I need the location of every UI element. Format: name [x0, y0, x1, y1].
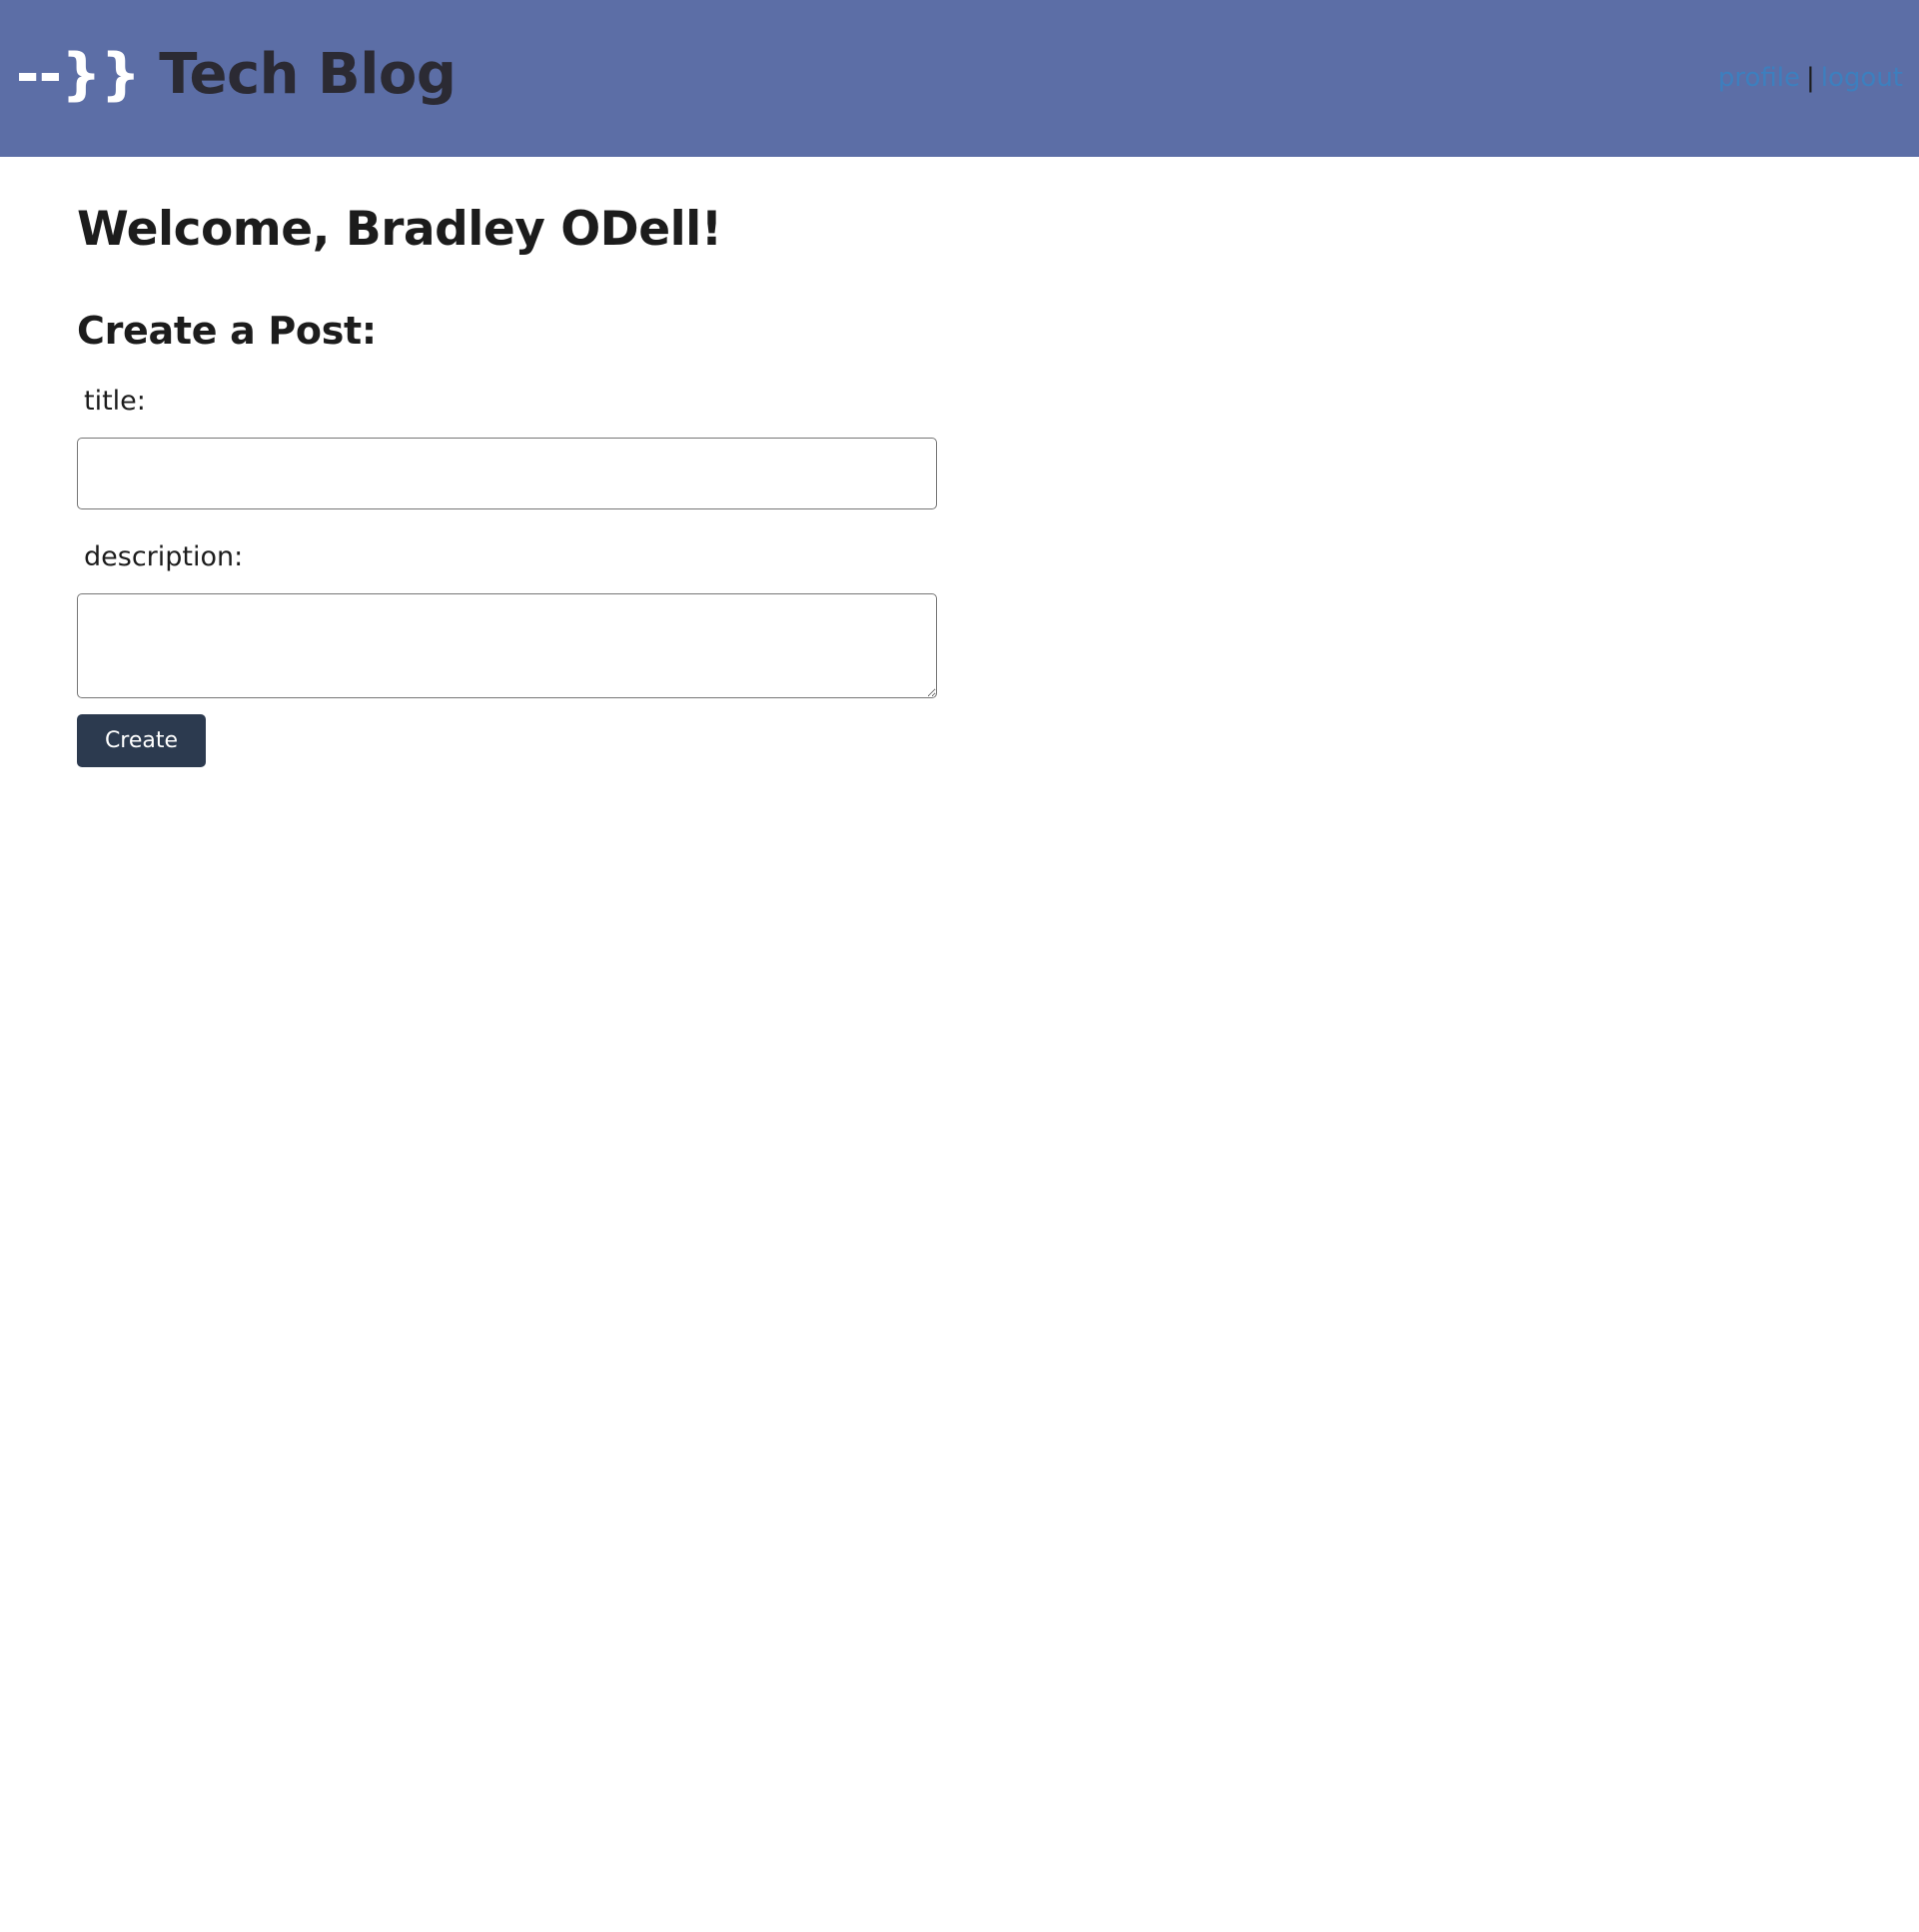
title-label: title: [84, 386, 146, 417]
create-button[interactable]: Create [77, 714, 206, 767]
header-nav: profile | logout [1718, 62, 1903, 94]
site-header: --}} Tech Blog profile | logout [0, 0, 1919, 157]
site-logo[interactable]: --}} Tech Blog [16, 38, 457, 112]
description-label: description: [84, 541, 244, 572]
logout-link[interactable]: logout [1821, 63, 1903, 93]
title-input[interactable] [77, 438, 937, 509]
create-post-heading: Create a Post: [77, 309, 377, 353]
description-textarea[interactable] [77, 593, 937, 698]
profile-link[interactable]: profile [1718, 63, 1800, 93]
nav-separator: | [1806, 63, 1815, 93]
brand-mark: --}} [16, 42, 141, 107]
brand-name: Tech Blog [159, 42, 457, 107]
welcome-heading: Welcome, Bradley ODell! [77, 202, 722, 257]
